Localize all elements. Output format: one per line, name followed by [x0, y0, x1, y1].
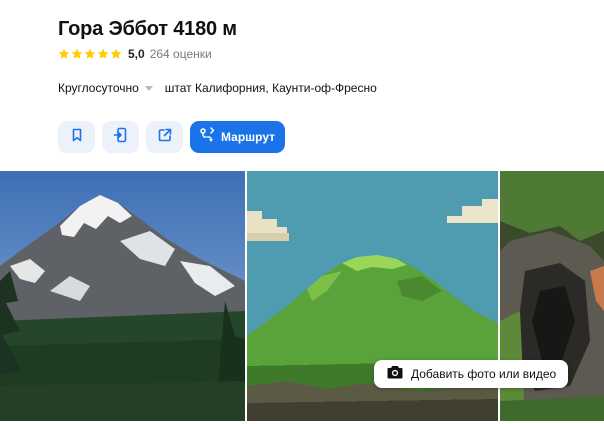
share-icon — [157, 127, 173, 148]
star-icon — [110, 48, 122, 60]
rating-row: 5,0 264 оценки — [58, 46, 578, 62]
camera-icon — [387, 365, 403, 384]
add-photo-video-button[interactable]: Добавить фото или видео — [374, 360, 569, 388]
reviews-count-link[interactable]: 264 оценки — [150, 47, 212, 61]
action-buttons: Маршрут — [58, 121, 286, 153]
star-icon — [97, 48, 109, 60]
place-header: Гора Эббот 4180 м 5,0 264 оценки — [58, 16, 578, 62]
star-icon — [58, 48, 70, 60]
page-title: Гора Эббот 4180 м — [58, 18, 237, 40]
chevron-down-icon[interactable] — [144, 85, 153, 91]
info-row: Круглосуточно штат Калифорния, Каунти-оф… — [58, 81, 377, 95]
rating-value: 5,0 — [128, 47, 145, 61]
bookmark-icon — [69, 127, 85, 148]
bookmark-button[interactable] — [58, 121, 95, 153]
route-button[interactable]: Маршрут — [190, 121, 286, 153]
send-to-phone-button[interactable] — [102, 121, 139, 153]
route-icon — [199, 126, 215, 148]
gallery-photo-mountain[interactable] — [0, 171, 245, 421]
route-button-label: Маршрут — [221, 130, 276, 144]
share-button[interactable] — [146, 121, 183, 153]
rating-stars[interactable] — [58, 48, 122, 60]
working-hours[interactable]: Круглосуточно — [58, 81, 139, 95]
star-icon — [71, 48, 83, 60]
star-icon — [84, 48, 96, 60]
send-to-phone-icon — [113, 127, 129, 148]
add-photo-video-label: Добавить фото или видео — [411, 367, 557, 381]
address: штат Калифорния, Каунти-оф-Фресно — [164, 81, 377, 95]
